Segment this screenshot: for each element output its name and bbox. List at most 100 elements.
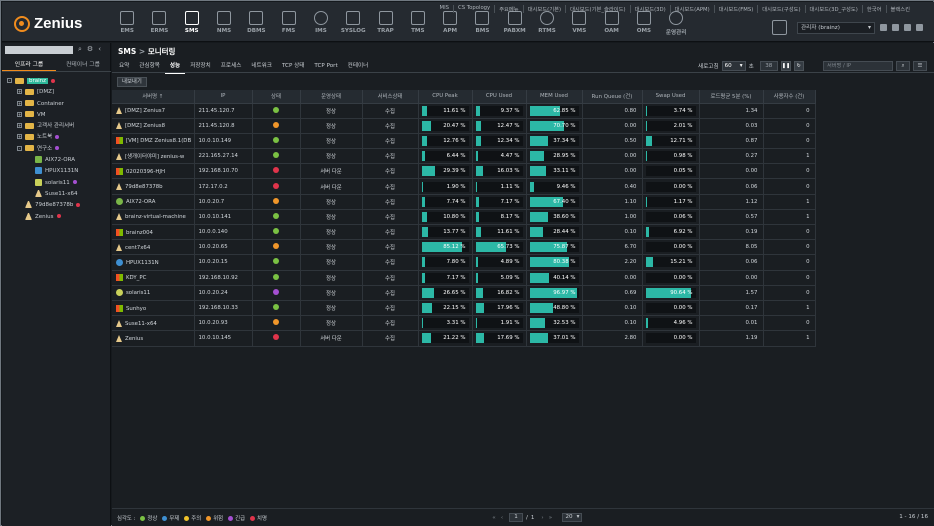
nav-ems[interactable]: EMS xyxy=(111,11,143,41)
tree-node[interactable]: + 고객사 관리서버 xyxy=(7,121,111,132)
server-name-cell[interactable]: Suse11-x64 xyxy=(112,315,195,332)
column-header[interactable]: CPU Used xyxy=(472,90,527,104)
tab-infra-group[interactable]: 인프라 그룹 xyxy=(2,59,56,71)
tree-node[interactable]: + 노트북 xyxy=(7,132,111,143)
search-icon[interactable]: ⌕ xyxy=(896,61,910,71)
top-link[interactable]: 대시보드(APM) xyxy=(669,5,714,13)
tab-7[interactable]: TCP Port xyxy=(309,59,342,74)
nav-rtms[interactable]: RTMS xyxy=(531,11,563,41)
top-link[interactable]: 대시보드(기본_슬라이드) xyxy=(565,5,630,13)
gear-icon[interactable]: ⚙ xyxy=(87,45,93,54)
nav-tms[interactable]: TMS xyxy=(402,11,434,41)
column-header[interactable]: 운영상태 xyxy=(300,90,363,104)
top-link[interactable]: CS Topology xyxy=(453,5,494,13)
top-link[interactable]: 주요메뉴 xyxy=(494,5,523,13)
pause-icon[interactable]: ❚❚ xyxy=(780,61,791,71)
nav-nms[interactable]: NMS xyxy=(208,11,240,41)
table-row[interactable]: Zenius 10.0.10.145 서버 다운 수집 21.22 % 17.69 % 37… xyxy=(112,330,816,347)
menu-icon[interactable] xyxy=(916,24,923,31)
filter-list-icon[interactable]: ☰ xyxy=(913,61,927,71)
prev-page-icon[interactable]: ‹ xyxy=(498,515,506,521)
nav-pabxm[interactable]: PABXM xyxy=(499,11,531,41)
refresh-interval-select[interactable]: 60 xyxy=(721,61,746,71)
person-icon[interactable] xyxy=(880,24,887,31)
top-link[interactable]: 대시보드(구성도) xyxy=(757,5,804,13)
top-link[interactable]: 한국어 xyxy=(861,5,886,13)
delete-icon[interactable] xyxy=(904,24,911,31)
nav-operations[interactable]: 운영관리 xyxy=(660,11,692,41)
column-header[interactable]: CPU Peak xyxy=(418,90,473,104)
server-name-cell[interactable]: brainz004 xyxy=(112,224,195,241)
tab-8[interactable]: 컨테이너 xyxy=(343,59,374,74)
tree-node[interactable]: Zenius xyxy=(7,212,111,223)
tree-toggle-icon[interactable]: + xyxy=(17,123,22,129)
server-name-cell[interactable]: brainz-virtual-machine xyxy=(112,209,195,226)
server-name-cell[interactable]: [DMZ] Zenius8 xyxy=(112,118,195,134)
tree-toggle-icon[interactable]: + xyxy=(17,100,22,106)
tree-node[interactable]: solaris11 xyxy=(7,178,111,189)
nav-vms[interactable]: VMS xyxy=(563,11,595,41)
tree-toggle-icon[interactable]: + xyxy=(17,89,22,95)
server-name-cell[interactable]: Sunhyo xyxy=(112,300,195,317)
nav-bms[interactable]: BMS xyxy=(466,11,498,41)
tree-node[interactable]: - brainz xyxy=(7,76,111,87)
table-row[interactable]: brainz004 10.0.0.140 정상 수집 13.77 % 11.61 % 28.… xyxy=(112,224,816,241)
page-size-select[interactable]: 20 xyxy=(562,513,583,522)
table-row[interactable]: 02020396-HJH 192.168.10.70 서버 다운 수집 29.39 % 1… xyxy=(112,163,816,180)
nav-oms[interactable]: OMS xyxy=(628,11,660,41)
breadcrumb-root[interactable]: SMS xyxy=(118,47,136,56)
tab-1[interactable]: 관심항목 xyxy=(134,59,165,74)
tree-toggle-icon[interactable]: + xyxy=(17,134,22,140)
server-name-cell[interactable]: KDY_PC xyxy=(112,270,195,286)
table-row[interactable]: [VM] DMZ Zenius8.1(DB 10.0.10.149 정상 수집 12.7… xyxy=(112,133,816,150)
column-header[interactable]: MEM Used xyxy=(526,90,583,104)
tab-container-group[interactable]: 컨테이너 그룹 xyxy=(56,59,110,71)
tree-toggle-icon[interactable]: - xyxy=(7,78,12,83)
top-link[interactable]: MIS xyxy=(436,5,454,13)
tree-node[interactable]: + Container xyxy=(7,99,111,110)
tree-node[interactable]: 79d8e87378b xyxy=(7,200,111,211)
tree-node[interactable]: HPUX1131N xyxy=(7,166,111,177)
column-header[interactable]: Run Queue (건) xyxy=(582,90,643,104)
server-name-cell[interactable]: solaris11 xyxy=(112,285,195,301)
table-row[interactable]: KDY_PC 192.168.10.92 정상 수집 7.17 % 5.09 % 40.14… xyxy=(112,270,816,286)
table-row[interactable]: [DMZ] Zenius7 211.45.120.7 정상 수집 11.61 % 9.37… xyxy=(112,103,816,119)
tab-0[interactable]: 요약 xyxy=(114,59,134,74)
user-select[interactable]: 관리자 (brainz) xyxy=(797,21,875,34)
tree-node[interactable]: Suse11-x64 xyxy=(7,189,111,200)
tree-toggle-icon[interactable]: + xyxy=(17,111,22,117)
sidebar-search-input[interactable] xyxy=(5,46,73,54)
tab-6[interactable]: TCP 상태 xyxy=(277,59,309,74)
server-name-cell[interactable]: [생개이터야미] zenius-w xyxy=(112,148,195,165)
table-row[interactable]: Suse11-x64 10.0.20.93 정상 수집 3.31 % 1.91 % 32.5… xyxy=(112,315,816,332)
top-link[interactable]: 블랙스킨 xyxy=(885,5,915,13)
tab-2[interactable]: 성능 xyxy=(164,59,186,74)
column-header[interactable]: 로드평균 5분 (%) xyxy=(699,90,764,104)
table-row[interactable]: 79d8e87378b 172.17.0.2 서버 다운 수집 1.90 % 1.11 %… xyxy=(112,178,816,195)
nav-dbms[interactable]: DBMS xyxy=(240,11,272,41)
top-link[interactable]: 대시보드(3D_구성도) xyxy=(804,5,862,13)
tab-5[interactable]: 네트워크 xyxy=(246,59,277,74)
server-name-cell[interactable]: 79d8e87378b xyxy=(112,178,195,195)
nav-sms[interactable]: SMS xyxy=(176,11,208,41)
nav-syslog[interactable]: SYSLOG xyxy=(337,11,369,41)
tab-3[interactable]: 저장장치 xyxy=(185,59,216,74)
top-link[interactable]: 대시보드(3D) xyxy=(629,5,670,13)
next-page-icon[interactable]: › xyxy=(538,515,546,521)
column-header[interactable]: Swap Used xyxy=(642,90,700,104)
table-row[interactable]: AIX72-ORA 10.0.20.7 정상 수집 7.74 % 7.17 % 67.40 … xyxy=(112,194,816,210)
top-link[interactable]: 대시보드(기본) xyxy=(522,5,565,13)
first-page-icon[interactable]: « xyxy=(490,515,498,521)
last-page-icon[interactable]: » xyxy=(546,515,554,521)
column-header[interactable]: IP xyxy=(194,90,253,104)
server-name-cell[interactable]: 02020396-HJH xyxy=(112,163,195,180)
server-user-icon[interactable] xyxy=(772,20,787,35)
tree-toggle-icon[interactable]: - xyxy=(17,145,22,151)
table-row[interactable]: Sunhyo 192.168.10.33 정상 수집 22.15 % 17.96 % 48.… xyxy=(112,300,816,317)
server-name-cell[interactable]: Zenius xyxy=(112,330,195,347)
tree-node[interactable]: - 연구소 xyxy=(7,144,111,155)
server-search-input[interactable]: 서버명 / IP xyxy=(823,61,893,71)
nav-oam[interactable]: OAM xyxy=(595,11,627,41)
table-row[interactable]: [생개이터야미] zenius-w 221.165.27.14 정상 수집 6.44 %… xyxy=(112,148,816,165)
column-header[interactable]: 서비스상태 xyxy=(362,90,419,104)
